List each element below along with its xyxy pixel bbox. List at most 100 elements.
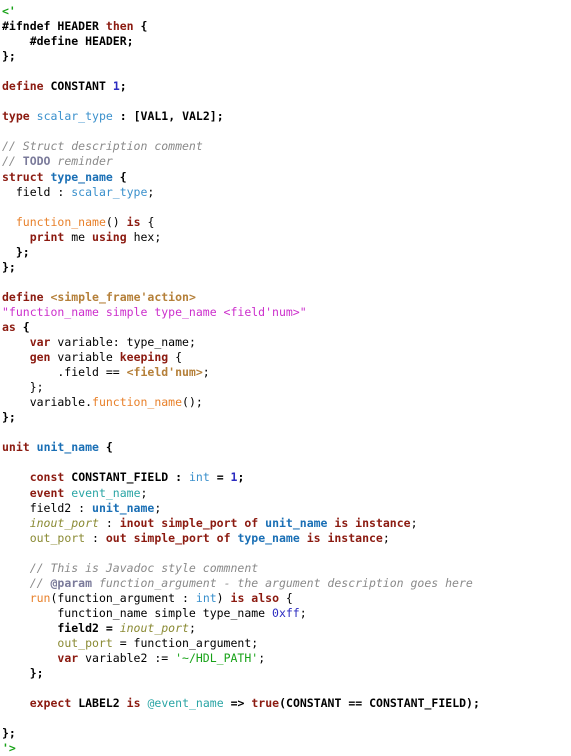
code-token: {	[140, 19, 148, 34]
code-token: then	[105, 19, 134, 34]
code-line: };	[2, 380, 571, 395]
code-token: TODO	[22, 154, 51, 169]
code-token: me	[64, 229, 93, 244]
code-line: out_port = function_argument;	[2, 636, 571, 651]
code-token: variable2 :=	[78, 651, 176, 666]
code-token: keeping	[119, 350, 169, 365]
code-token: ;	[140, 485, 148, 500]
code-token: @param	[50, 575, 93, 590]
code-token: ()	[105, 214, 127, 229]
code-token: };	[2, 726, 16, 741]
code-token: (function_argument :	[50, 590, 196, 605]
code-editor-viewport[interactable]: <' #ifndef HEADER then { #define HEADER;}…	[0, 0, 571, 756]
code-token: hex;	[126, 229, 162, 244]
code-token: :	[98, 515, 120, 530]
code-line: field2 = inout_port;	[2, 621, 571, 636]
code-token: unit	[2, 440, 30, 455]
code-token: =	[209, 470, 231, 485]
code-token: CONSTANT	[286, 696, 342, 711]
code-token: struct	[2, 169, 44, 184]
code-line: define <simple_frame'action>	[2, 290, 571, 305]
code-token: event_name	[71, 485, 141, 500]
code-token: ;	[147, 184, 155, 199]
code-token: //	[2, 154, 23, 169]
code-token: ;	[202, 365, 210, 380]
code-line: };	[2, 726, 571, 741]
code-token: :	[168, 470, 189, 485]
code-token: {	[112, 169, 127, 184]
code-token: );	[466, 696, 480, 711]
code-token: function_name	[92, 395, 183, 410]
code-token: : [	[112, 109, 141, 124]
code-token: inout_port	[119, 620, 189, 635]
code-token: field :	[2, 184, 72, 199]
code-token: {	[15, 319, 30, 334]
code-token: print	[29, 229, 65, 244]
code-line: '>	[2, 741, 571, 756]
code-token: inout_port	[29, 515, 99, 530]
code-token: ();	[182, 395, 203, 410]
code-token: scalar_type	[36, 109, 113, 124]
code-line: .field == <field'num>;	[2, 365, 571, 380]
code-token: field2 :	[2, 500, 93, 515]
code-line: // @param function_argument - the argume…	[2, 576, 571, 591]
code-line: variable.function_name();	[2, 395, 571, 410]
code-token: true	[251, 696, 280, 711]
code-line: // TODO reminder	[2, 154, 571, 169]
code-line: type scalar_type : [VAL1, VAL2];	[2, 109, 571, 124]
code-line: run(function_argument : int) is also {	[2, 591, 571, 606]
code-token: )	[216, 590, 231, 605]
code-token: #ifndef	[2, 19, 51, 34]
code-line: as {	[2, 320, 571, 335]
code-token: };	[2, 244, 30, 259]
code-token: ];	[209, 109, 224, 124]
code-token: 0xff	[272, 605, 300, 620]
code-token: is also	[230, 590, 279, 605]
code-token: //	[2, 575, 51, 590]
code-line: <'	[2, 4, 571, 19]
code-token: HEADER	[57, 19, 99, 34]
code-token: variable	[50, 350, 120, 365]
code-token: {	[279, 590, 293, 605]
code-token: '>	[2, 741, 16, 756]
code-line: // This is Javadoc style commnent	[2, 561, 571, 576]
code-token: type_name	[50, 169, 113, 184]
code-token: };	[2, 259, 16, 274]
code-token: reminder	[50, 154, 113, 169]
code-token: out_port	[57, 635, 113, 650]
code-token: is	[126, 696, 141, 711]
code-token: CONSTANT_FIELD	[71, 470, 169, 485]
code-token: ;	[119, 79, 127, 94]
code-token: is instance	[334, 515, 411, 530]
code-token: (	[279, 696, 287, 711]
code-token: type_name	[237, 530, 300, 545]
code-line: inout_port : inout simple_port of unit_n…	[2, 516, 571, 531]
code-line: define CONSTANT 1;	[2, 79, 571, 94]
code-token: using	[92, 229, 127, 244]
code-token: function_name simple type_name	[2, 605, 273, 620]
code-token: int	[188, 470, 210, 485]
code-line: print me using hex;	[2, 230, 571, 245]
code-token: ;	[188, 620, 196, 635]
code-token: // This is Javadoc style commnent	[2, 560, 259, 575]
code-line: unit unit_name {	[2, 440, 571, 455]
code-token: @event_name	[147, 696, 224, 711]
code-token: var	[29, 335, 51, 350]
